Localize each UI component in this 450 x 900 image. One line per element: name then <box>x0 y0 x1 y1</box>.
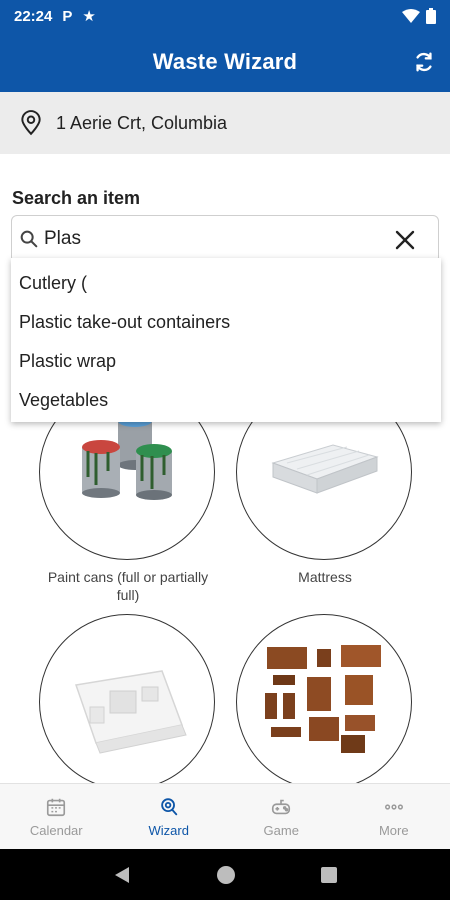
location-address: 1 Aerie Crt, Columbia <box>56 112 228 133</box>
refresh-button[interactable] <box>410 48 438 76</box>
item-tile-furniture[interactable] <box>236 614 414 798</box>
furniture-icon <box>265 645 381 753</box>
parking-notification-icon: P <box>62 7 73 25</box>
item-tile-styrofoam[interactable] <box>39 614 217 798</box>
nav-label: Game <box>263 822 299 838</box>
nav-more[interactable]: More <box>338 784 450 849</box>
search-icon <box>20 230 38 248</box>
back-icon[interactable] <box>113 866 131 884</box>
item-label: Paint cans (full or partially full) <box>47 569 209 603</box>
nav-calendar[interactable]: Calendar <box>0 784 113 849</box>
suggestions-dropdown: Cutlery ( Plastic take-out containers Pl… <box>11 258 441 422</box>
star-icon: ★ <box>82 8 96 25</box>
nav-wizard[interactable]: Wizard <box>113 784 226 849</box>
nav-label: Wizard <box>148 822 189 838</box>
game-icon <box>272 799 291 814</box>
recents-icon[interactable] <box>321 866 338 883</box>
app-title: Waste Wizard <box>152 49 298 74</box>
wifi-icon <box>402 9 420 23</box>
clock: 22:24 <box>14 7 53 25</box>
item-image-circle <box>39 614 215 790</box>
calendar-icon <box>47 798 66 816</box>
location-bar[interactable]: 1 Aerie Crt, Columbia <box>0 92 450 154</box>
suggestion-item[interactable]: Cutlery ( <box>11 264 441 303</box>
suggestion-item[interactable]: Plastic wrap <box>11 342 441 381</box>
clear-search-button[interactable] <box>392 227 418 253</box>
more-icon <box>384 803 403 810</box>
item-label: Mattress <box>298 569 352 585</box>
nav-label: Calendar <box>29 822 83 838</box>
home-icon[interactable] <box>216 865 236 885</box>
styrofoam-packaging-icon <box>75 670 187 754</box>
nav-game[interactable]: Game <box>225 784 338 849</box>
suggestion-item[interactable]: Plastic take-out containers <box>11 303 441 342</box>
suggestion-item[interactable]: Vegetables <box>11 381 441 420</box>
item-image-circle <box>236 614 412 790</box>
battery-icon <box>426 8 436 24</box>
search-box <box>11 215 439 263</box>
close-icon <box>395 230 415 250</box>
bottom-navigation: Calendar Wizard Game More <box>0 783 450 849</box>
location-pin-icon <box>21 110 41 136</box>
nav-label: More <box>378 822 409 838</box>
search-input[interactable] <box>44 228 374 250</box>
search-label: Search an item <box>12 188 141 208</box>
wizard-icon <box>160 797 177 815</box>
status-bar: 22:24 P ★ <box>0 0 450 32</box>
system-navigation-bar <box>0 849 450 900</box>
app-bar: Waste Wizard <box>0 32 450 92</box>
refresh-icon <box>416 52 432 72</box>
